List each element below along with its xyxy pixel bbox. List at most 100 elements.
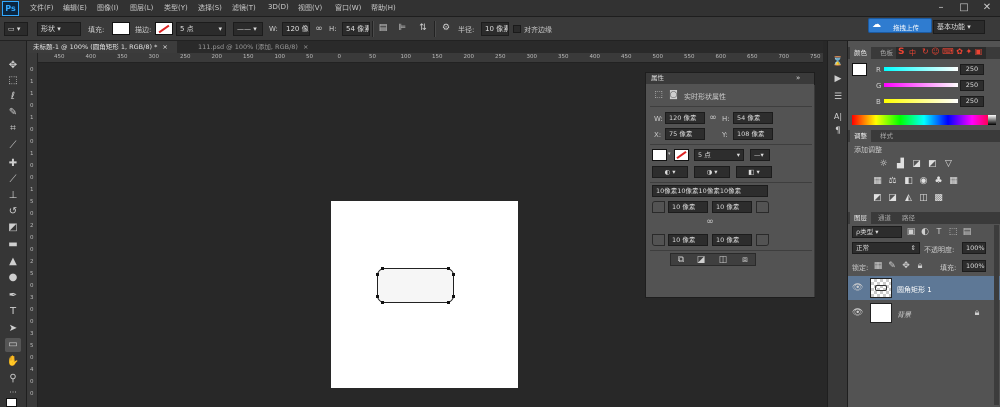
path-arrangement-icon[interactable]: ⇅ [417, 22, 429, 34]
properties-title-bar[interactable]: 属性 » [646, 73, 814, 84]
paragraph-icon[interactable]: ¶ [832, 125, 844, 137]
fill-field[interactable]: 100% [962, 260, 986, 272]
menu-window[interactable]: 窗口(W) [335, 3, 361, 13]
minimize-icon[interactable]: – [930, 1, 952, 15]
filter-adjustment-icon[interactable]: ◐ [920, 226, 930, 238]
brightness-contrast-icon[interactable]: ☼ [878, 159, 889, 169]
pen-tool-icon[interactable]: ✒ [5, 289, 21, 303]
combine-shapes-icon[interactable]: ⧉ [675, 254, 687, 266]
menu-image[interactable]: 图像(I) [97, 3, 119, 13]
fill-dropdown-icon[interactable]: ▾ [668, 151, 671, 157]
menu-3d[interactable]: 3D(D) [268, 3, 289, 11]
stroke-type-select[interactable]: —— ▾ [233, 22, 263, 36]
prop-fill-swatch[interactable] [652, 149, 667, 161]
exclude-overlap-icon[interactable]: ⧈ [739, 254, 751, 266]
link-corners-icon[interactable]: ∞ [704, 216, 716, 228]
menu-file[interactable]: 文件(F) [30, 3, 54, 13]
prop-y-field[interactable]: 108 像素 [733, 128, 773, 140]
tab-untitled-1[interactable]: 未标题-1 @ 100% (圆角矩形 1, RGB/8) * × [27, 41, 177, 53]
menu-help[interactable]: 帮助(H) [371, 3, 396, 13]
corner-br-field[interactable]: 10 像素 [712, 234, 752, 246]
stroke-width-field[interactable]: 5 点 ▾ [176, 22, 226, 36]
foreground-color-swatch[interactable] [6, 398, 17, 407]
channel-mixer-icon[interactable]: ♣ [933, 176, 944, 186]
link-icon[interactable]: ∞ [313, 23, 325, 35]
actions-icon[interactable]: ▶ [832, 73, 844, 85]
type-tool-icon[interactable]: T [5, 305, 21, 319]
gradient-map-icon[interactable]: ▩ [933, 193, 944, 203]
lock-position-icon[interactable]: ✥ [901, 260, 911, 272]
brush-tool-icon[interactable]: ⟋ [5, 173, 21, 187]
character-icon[interactable]: A| [832, 111, 844, 123]
layer-name[interactable]: 圆角矩形 1 [897, 285, 932, 295]
exposure-icon[interactable]: ◩ [927, 159, 938, 169]
b-slider[interactable] [884, 99, 958, 103]
mask-icon[interactable]: ◙ [668, 89, 679, 101]
menu-edit[interactable]: 编辑(E) [63, 3, 87, 13]
path-select-tool-icon[interactable]: ➤ [5, 322, 21, 336]
color-lookup-icon[interactable]: ▦ [948, 176, 959, 186]
clone-stamp-tool-icon[interactable]: ⊥ [5, 189, 21, 203]
history-icon[interactable]: ⌛ [832, 56, 844, 68]
document-canvas[interactable] [331, 201, 518, 388]
color-balance-icon[interactable]: ⚖ [887, 176, 898, 186]
history-brush-tool-icon[interactable]: ↺ [5, 205, 21, 219]
menu-filter[interactable]: 滤镜(T) [232, 3, 256, 13]
tab-layers[interactable]: 图层 [850, 212, 871, 224]
marquee-tool-icon[interactable]: ⬚ [5, 74, 21, 88]
zoom-tool-icon[interactable]: ⚲ [5, 372, 21, 386]
stroke-align-select[interactable]: ◐ ▾ [652, 166, 688, 178]
r-slider[interactable] [884, 67, 958, 71]
filter-smart-object-icon[interactable]: ▤ [962, 226, 972, 238]
curves-icon[interactable]: ◪ [911, 159, 922, 169]
visibility-eye-icon[interactable]: 👁︎ [852, 307, 863, 319]
quick-select-tool-icon[interactable]: ✎ [5, 106, 21, 120]
rounded-rectangle-tool-icon[interactable]: ▭ [5, 338, 21, 352]
tab-channels[interactable]: 通道 [874, 212, 895, 224]
eraser-tool-icon[interactable]: ◩ [5, 221, 21, 235]
r-value-field[interactable]: 250 [960, 64, 984, 75]
blend-mode-select[interactable]: 正常 ⇕ [852, 242, 920, 254]
corner-tr-field[interactable]: 10 像素 [712, 201, 752, 213]
lasso-tool-icon[interactable]: ℓ [5, 90, 21, 104]
close-tab-icon[interactable]: × [303, 43, 308, 51]
path-operations-icon[interactable]: ▤ [377, 22, 389, 34]
radius-field[interactable]: 10 像素 [481, 22, 509, 36]
rounded-rectangle-shape[interactable] [331, 201, 518, 388]
stroke-swatch[interactable] [155, 22, 173, 35]
menu-layer[interactable]: 图层(L) [130, 3, 153, 13]
levels-icon[interactable]: ▟ [895, 159, 906, 169]
link-icon[interactable]: ∞ [707, 112, 719, 124]
g-value-field[interactable]: 250 [960, 80, 984, 91]
align-edges-checkbox[interactable] [513, 25, 521, 33]
grayscale-ramp[interactable] [988, 115, 996, 125]
threshold-icon[interactable]: ◭ [903, 193, 914, 203]
vibrance-icon[interactable]: ▽ [943, 159, 954, 169]
tab-adjustments[interactable]: 调整 [850, 130, 871, 142]
layers-scrollbar[interactable] [994, 225, 999, 405]
layer-row-background[interactable]: 👁︎ 背景 🔒︎ [848, 301, 1000, 325]
shape-mode-select[interactable]: 形状 ▾ [37, 22, 81, 36]
dodge-tool-icon[interactable]: ● [5, 271, 21, 285]
height-field[interactable]: 54 像素 [342, 22, 370, 36]
ime-tools-icon[interactable]: ↻ ☺ ⌨ ✿ ✦ ▣ [922, 47, 982, 56]
corner-tl-field[interactable]: 10 像素 [668, 201, 708, 213]
prop-stroke-swatch[interactable] [674, 149, 689, 161]
menu-type[interactable]: 类型(Y) [164, 3, 188, 13]
ime-chinese-mode[interactable]: 中 [909, 48, 916, 58]
close-tab-icon[interactable]: × [162, 43, 167, 51]
prop-height-field[interactable]: 54 像素 [733, 112, 773, 124]
filter-pixel-icon[interactable]: ▣ [906, 226, 916, 238]
collapse-panel-icon[interactable]: » [796, 73, 800, 84]
fill-swatch[interactable] [112, 22, 130, 35]
layer-row-rounded-rect[interactable]: 👁︎ 圆角矩形 1 [848, 276, 1000, 300]
prop-x-field[interactable]: 75 像素 [665, 128, 705, 140]
lock-all-icon[interactable]: 🔒︎ [915, 260, 925, 272]
visibility-eye-icon[interactable]: 👁︎ [852, 282, 863, 294]
filter-shape-icon[interactable]: ⬚ [948, 226, 958, 238]
color-spectrum[interactable] [852, 115, 996, 125]
tab-paths[interactable]: 路径 [898, 212, 919, 224]
move-tool-icon[interactable]: ✥ [5, 59, 21, 73]
gear-icon[interactable]: ⚙ [440, 22, 452, 34]
photo-filter-icon[interactable]: ◉ [918, 176, 929, 186]
